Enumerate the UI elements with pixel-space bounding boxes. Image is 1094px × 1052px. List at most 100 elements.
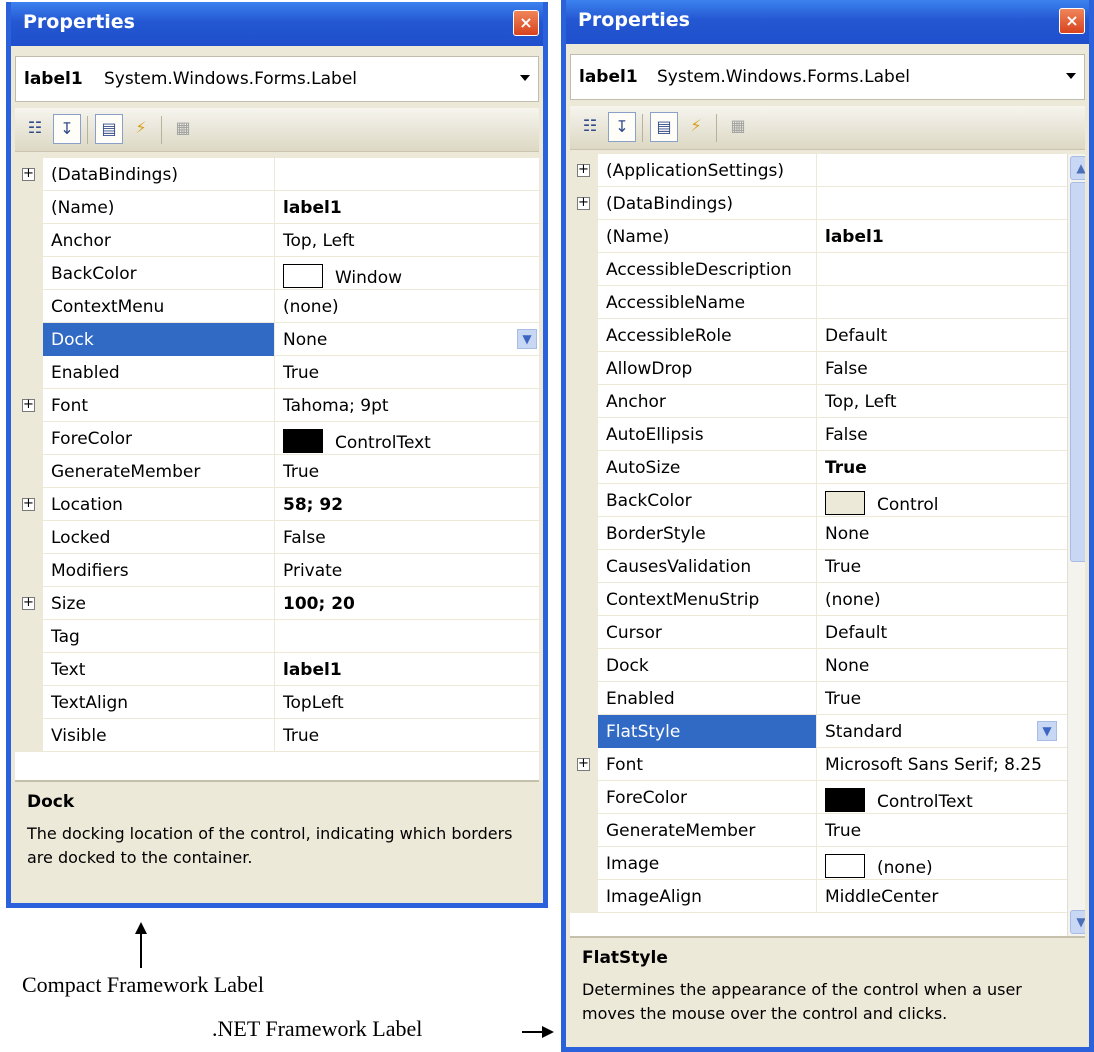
property-value[interactable]: True xyxy=(816,550,1067,583)
property-name[interactable]: AutoSize xyxy=(598,451,816,484)
property-name[interactable]: ContextMenu xyxy=(43,290,274,323)
property-row[interactable]: Enabled True xyxy=(570,682,1085,715)
property-name[interactable]: FlatStyle xyxy=(598,715,816,748)
property-value[interactable]: Standard xyxy=(816,715,1067,748)
property-row[interactable]: BackColor Control xyxy=(570,484,1085,517)
property-row[interactable]: (Name) label1 xyxy=(570,220,1085,253)
property-value[interactable]: None xyxy=(816,517,1067,550)
property-value[interactable]: (none) xyxy=(274,290,539,323)
property-name[interactable]: BorderStyle xyxy=(598,517,816,550)
property-value[interactable]: Private xyxy=(274,554,539,587)
property-pages-icon[interactable]: ▦ xyxy=(724,112,752,142)
property-value[interactable]: label1 xyxy=(816,220,1067,253)
property-value[interactable]: False xyxy=(816,418,1067,451)
property-name[interactable]: Dock xyxy=(598,649,816,682)
property-name[interactable]: Location xyxy=(43,488,274,521)
object-selector[interactable]: label1 System.Windows.Forms.Label xyxy=(15,56,539,102)
properties-icon[interactable]: ▤ xyxy=(650,112,678,142)
property-row[interactable]: AccessibleName xyxy=(570,286,1085,319)
property-value[interactable] xyxy=(816,253,1067,286)
property-row[interactable]: + (ApplicationSettings) xyxy=(570,154,1085,187)
vertical-scrollbar[interactable]: ▲ ▼ xyxy=(1067,154,1085,936)
property-name[interactable]: (Name) xyxy=(43,191,274,224)
expand-plus-icon[interactable]: + xyxy=(22,497,35,511)
property-value[interactable] xyxy=(816,154,1067,187)
property-value[interactable]: ControlText xyxy=(816,781,1067,814)
property-value[interactable]: Default xyxy=(816,319,1067,352)
property-value[interactable]: TopLeft xyxy=(274,686,539,719)
property-value[interactable]: Control xyxy=(816,484,1067,517)
property-row[interactable]: AutoSize True xyxy=(570,451,1085,484)
events-icon[interactable]: ⚡ xyxy=(682,112,710,142)
property-name[interactable]: BackColor xyxy=(598,484,816,517)
alphabetical-icon[interactable]: ↧ xyxy=(53,114,81,144)
property-name[interactable]: (DataBindings) xyxy=(598,187,816,220)
property-name[interactable]: Font xyxy=(43,389,274,422)
property-row[interactable]: Tag xyxy=(15,620,539,653)
property-row[interactable]: GenerateMember True xyxy=(570,814,1085,847)
property-name[interactable]: Text xyxy=(43,653,274,686)
property-row[interactable]: ForeColor ControlText xyxy=(15,422,539,455)
property-name[interactable]: Anchor xyxy=(43,224,274,257)
chevron-down-icon[interactable]: ▼ xyxy=(1037,721,1057,741)
property-name[interactable]: (ApplicationSettings) xyxy=(598,154,816,187)
property-name[interactable]: GenerateMember xyxy=(43,455,274,488)
property-value[interactable] xyxy=(816,286,1067,319)
property-row[interactable]: Text label1 xyxy=(15,653,539,686)
property-row[interactable]: ForeColor ControlText xyxy=(570,781,1085,814)
property-name[interactable]: Dock xyxy=(43,323,274,356)
property-value[interactable]: MiddleCenter xyxy=(816,880,1067,913)
property-row[interactable]: Modifiers Private xyxy=(15,554,539,587)
property-row[interactable]: AutoEllipsis False xyxy=(570,418,1085,451)
close-icon[interactable]: × xyxy=(513,10,539,36)
property-name[interactable]: Enabled xyxy=(598,682,816,715)
property-name[interactable]: ForeColor xyxy=(43,422,274,455)
events-icon[interactable]: ⚡ xyxy=(127,114,155,144)
expand-plus-icon[interactable]: + xyxy=(22,596,35,610)
property-name[interactable]: (DataBindings) xyxy=(43,158,274,191)
property-row[interactable]: CausesValidation True xyxy=(570,550,1085,583)
property-value[interactable]: Tahoma; 9pt xyxy=(274,389,539,422)
object-selector[interactable]: label1 System.Windows.Forms.Label xyxy=(570,54,1085,100)
property-value[interactable]: True xyxy=(274,719,539,752)
property-row[interactable]: Dock None xyxy=(570,649,1085,682)
property-name[interactable]: Modifiers xyxy=(43,554,274,587)
property-row[interactable]: BorderStyle None xyxy=(570,517,1085,550)
property-value[interactable]: Default xyxy=(816,616,1067,649)
scroll-down-icon[interactable]: ▼ xyxy=(1070,910,1085,934)
property-name[interactable]: GenerateMember xyxy=(598,814,816,847)
property-value[interactable]: False xyxy=(274,521,539,554)
property-value[interactable]: ControlText xyxy=(274,422,539,455)
property-name[interactable]: TextAlign xyxy=(43,686,274,719)
property-name[interactable]: Size xyxy=(43,587,274,620)
property-row[interactable]: Anchor Top, Left xyxy=(15,224,539,257)
property-row[interactable]: ContextMenu (none) xyxy=(15,290,539,323)
expand-plus-icon[interactable]: + xyxy=(22,398,35,412)
property-value[interactable]: label1 xyxy=(274,191,539,224)
scroll-up-icon[interactable]: ▲ xyxy=(1070,156,1085,180)
property-value[interactable]: None xyxy=(816,649,1067,682)
property-value[interactable]: Top, Left xyxy=(816,385,1067,418)
property-value[interactable]: 100; 20 xyxy=(274,587,539,620)
property-row[interactable]: + Size 100; 20 xyxy=(15,587,539,620)
property-value[interactable]: True xyxy=(816,814,1067,847)
alphabetical-icon[interactable]: ↧ xyxy=(608,112,636,142)
property-name[interactable]: ForeColor xyxy=(598,781,816,814)
property-name[interactable]: ImageAlign xyxy=(598,880,816,913)
property-name[interactable]: CausesValidation xyxy=(598,550,816,583)
property-row[interactable]: TextAlign TopLeft xyxy=(15,686,539,719)
property-name[interactable]: Cursor xyxy=(598,616,816,649)
property-row[interactable]: + (DataBindings) xyxy=(570,187,1085,220)
property-value[interactable]: Microsoft Sans Serif; 8.25 xyxy=(816,748,1067,781)
title-bar[interactable]: Properties × xyxy=(566,0,1089,44)
property-row[interactable]: Anchor Top, Left xyxy=(570,385,1085,418)
property-row[interactable]: + Location 58; 92 xyxy=(15,488,539,521)
property-value[interactable]: Window xyxy=(274,257,539,290)
dropdown-arrow-icon[interactable] xyxy=(520,75,530,81)
property-name[interactable]: Visible xyxy=(43,719,274,752)
property-value[interactable]: True xyxy=(816,682,1067,715)
property-value[interactable]: None xyxy=(274,323,539,356)
property-value[interactable]: False xyxy=(816,352,1067,385)
property-name[interactable]: AccessibleRole xyxy=(598,319,816,352)
property-name[interactable]: Tag xyxy=(43,620,274,653)
